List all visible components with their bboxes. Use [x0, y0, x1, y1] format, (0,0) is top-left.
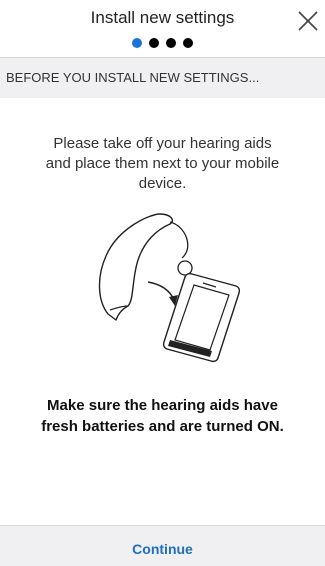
close-button[interactable]	[293, 6, 323, 36]
install-settings-screen: Install new settings BEFORE YOU INSTALL …	[0, 0, 325, 566]
footer-bar: Continue	[0, 525, 325, 566]
step-dot-1-active	[132, 38, 142, 48]
step-dot-2	[149, 38, 159, 48]
hearing-aid-icon	[98, 213, 174, 321]
step-indicator	[0, 38, 325, 48]
section-subheader: BEFORE YOU INSTALL NEW SETTINGS...	[0, 58, 325, 98]
phone-icon	[162, 272, 240, 363]
instruction-text: Please take off your hearing aids and pl…	[45, 135, 280, 192]
page-title: Install new settings	[90, 8, 235, 27]
continue-button[interactable]: Continue	[0, 526, 325, 566]
battery-note: Make sure the hearing aids have fresh ba…	[41, 397, 284, 435]
step-dot-4	[183, 38, 193, 48]
hearing-aid-and-phone-illustration	[98, 213, 240, 363]
step-dot-3	[166, 38, 176, 48]
header-bar: Install new settings	[0, 0, 325, 58]
close-icon	[298, 11, 318, 31]
